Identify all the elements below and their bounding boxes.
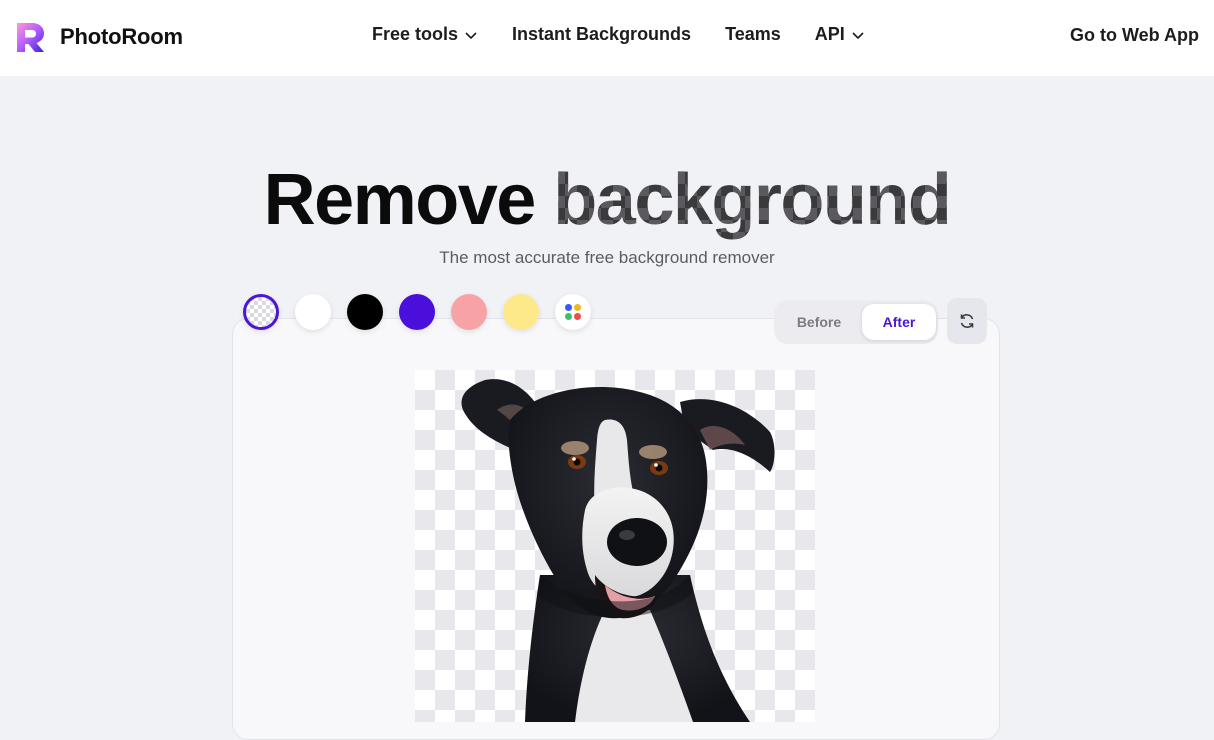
before-after-toggle: Before After	[774, 300, 938, 344]
swatch-white[interactable]	[295, 294, 331, 330]
nav-item-teams[interactable]: Teams	[725, 24, 781, 45]
nav-item-label: Instant Backgrounds	[512, 24, 692, 44]
brand-name: PhotoRoom	[60, 24, 183, 49]
swatch-pink[interactable]	[451, 294, 487, 330]
nav-item-api[interactable]: API	[815, 24, 865, 45]
before-button[interactable]: Before	[776, 304, 862, 340]
nav-item-instant-backgrounds[interactable]: Instant Backgrounds	[512, 24, 691, 45]
title-part-background: background	[553, 160, 951, 240]
nav-item-free-tools[interactable]: Free tools	[372, 24, 478, 45]
swatch-more-colors[interactable]	[555, 294, 591, 330]
site-header: PhotoRoom Free tools Instant Backgrounds…	[0, 0, 1214, 76]
refresh-icon	[960, 314, 974, 328]
refresh-button[interactable]	[947, 298, 987, 344]
nav-item-label: API	[814, 24, 845, 44]
swatch-purple[interactable]	[399, 294, 435, 330]
page-subtitle: The most accurate free background remove…	[439, 248, 775, 267]
chevron-down-icon	[465, 31, 477, 39]
title-part-remove: Remove	[263, 160, 537, 240]
after-button[interactable]: After	[862, 304, 936, 340]
dog-cutout-image	[461, 379, 775, 722]
brand-logo[interactable]: PhotoRoom	[14, 20, 183, 54]
page-title: Remove background	[0, 158, 1214, 242]
swatch-transparent[interactable]	[243, 294, 279, 330]
nav-item-label: Teams	[725, 24, 781, 44]
color-palette-icon	[565, 304, 581, 320]
go-to-web-app-link[interactable]: Go to Web App	[1070, 25, 1199, 46]
swatch-yellow[interactable]	[503, 294, 539, 330]
result-preview-image	[415, 370, 815, 722]
nav-item-label: Free tools	[372, 24, 459, 44]
chevron-down-icon	[852, 31, 864, 39]
photoroom-logo-icon	[17, 23, 44, 52]
main-nav: Free tools Instant Backgrounds Teams API	[372, 24, 899, 45]
swatch-black[interactable]	[347, 294, 383, 330]
background-color-swatches	[243, 294, 607, 330]
